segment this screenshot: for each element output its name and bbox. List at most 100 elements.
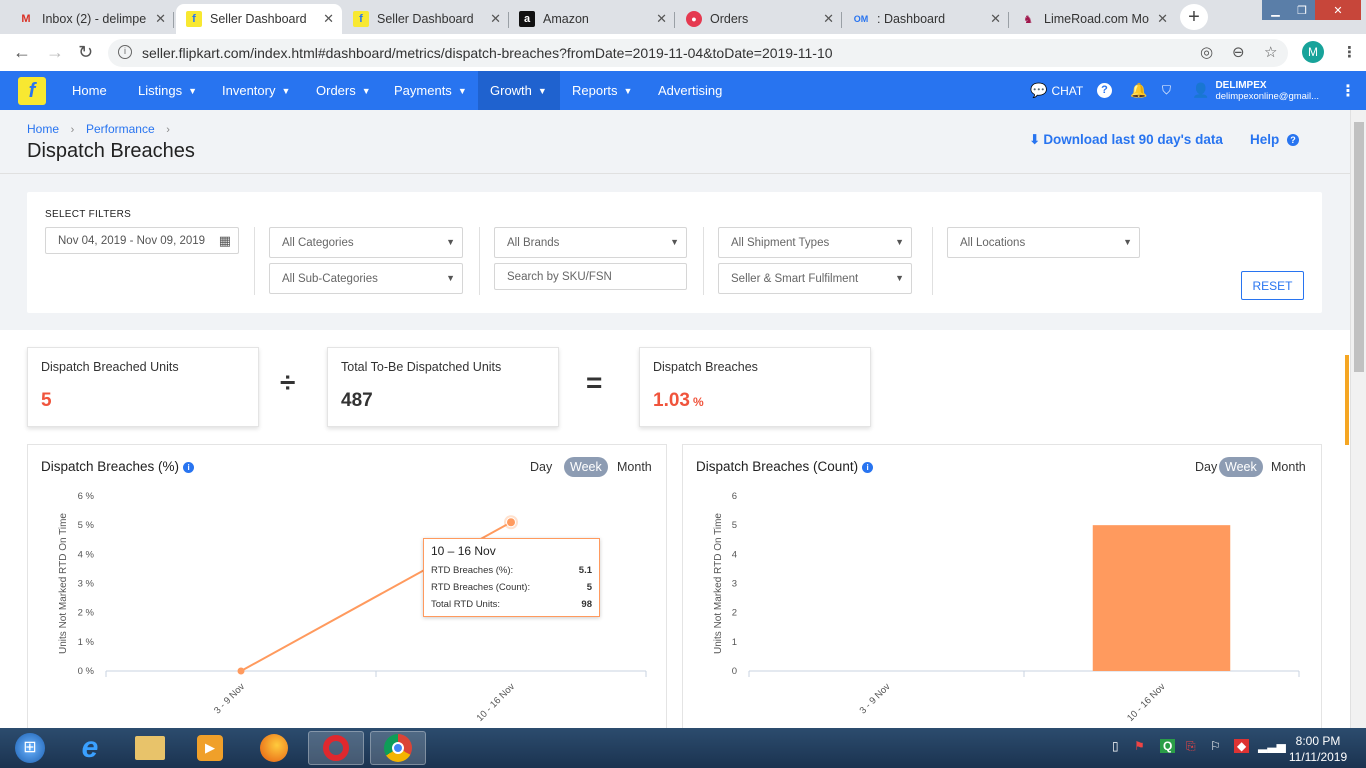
internet-explorer-icon[interactable]: e [62, 731, 118, 765]
tray-device-icon[interactable]: ▯ [1112, 739, 1119, 753]
limeroad-icon: ♞ [1023, 13, 1033, 26]
brand-select[interactable]: All Brands ▼ [494, 227, 687, 258]
sku-search-input[interactable]: Search by SKU/FSN [494, 263, 687, 290]
flipkart-logo[interactable]: f [18, 77, 46, 105]
tab-seller-dashboard-active[interactable]: f Seller Dashboard ✕ [176, 4, 342, 34]
tab-amazon[interactable]: a Amazon ✕ [509, 4, 675, 34]
date-range-picker[interactable]: Nov 04, 2019 - Nov 09, 2019 ▦ [45, 227, 239, 254]
windows-start-icon[interactable]: ⊞ [2, 731, 58, 765]
bell-icon[interactable]: 🔔 [1130, 71, 1147, 110]
x-tick-label: 10 - 16 Nov [475, 681, 518, 724]
chat-button[interactable]: 💬 CHAT [1030, 71, 1083, 110]
browser-menu-icon[interactable]: ⋮ [1342, 43, 1357, 61]
page-scrollbar[interactable] [1345, 110, 1366, 728]
tray-flag-icon[interactable]: ⚑ [1134, 739, 1145, 753]
browser-tab-strip: M Inbox (2) - delimpe ✕ f Seller Dashboa… [0, 0, 1366, 34]
breadcrumb-performance[interactable]: Performance [86, 122, 155, 136]
url-field[interactable]: i seller.flipkart.com/index.html#dashboa… [108, 39, 1288, 67]
seller-nav-bar: f Home Listings ▼ Inventory ▼ Orders ▼ Paym… [0, 71, 1366, 110]
close-icon[interactable]: ✕ [1157, 11, 1168, 27]
shield-icon[interactable]: ⛉ [1162, 71, 1171, 110]
forward-icon[interactable]: → [46, 42, 64, 63]
category-select[interactable]: All Categories ▼ [269, 227, 463, 258]
tab-title: Seller Dashboard [377, 12, 474, 26]
close-icon[interactable]: ✕ [823, 11, 834, 27]
reset-button[interactable]: RESET [1241, 271, 1304, 300]
category-value: All Categories [282, 236, 354, 249]
chevron-down-icon: ▼ [361, 85, 371, 96]
close-icon[interactable]: ✕ [155, 11, 166, 27]
profile-avatar[interactable]: M [1302, 41, 1324, 63]
nav-reports[interactable]: Reports ▼ [560, 71, 644, 110]
firefox-icon[interactable] [246, 731, 302, 765]
nav-home[interactable]: Home [60, 71, 119, 110]
breach-rate-value: 1.03% [653, 390, 704, 412]
file-explorer-icon[interactable] [122, 731, 178, 765]
nav-label: Advertising [658, 83, 723, 98]
tooltip-row: RTD Breaches (Count): 5 [431, 579, 592, 596]
location-select[interactable]: All Locations ▼ [947, 227, 1140, 258]
back-icon[interactable]: ← [13, 42, 31, 63]
opera-icon[interactable] [308, 731, 364, 765]
url-text: seller.flipkart.com/index.html#dashboard… [142, 45, 833, 61]
reload-icon[interactable]: ↻ [78, 42, 93, 63]
chevron-down-icon: ▼ [188, 85, 197, 96]
help-icon[interactable]: ? [1097, 71, 1112, 110]
chart-tooltip: 10 – 16 Nov RTD Breaches (%): 5.1 RTD Bre… [423, 538, 600, 617]
tray-q-icon[interactable]: Q [1160, 739, 1176, 753]
bookmark-star-icon[interactable]: ☆ [1264, 43, 1277, 61]
breach-percent-panel: Dispatch Breaches (%) i Day Week Month 0 … [27, 444, 667, 734]
chevron-down-icon: ▼ [457, 85, 467, 96]
shipment-type-select[interactable]: All Shipment Types ▼ [718, 227, 912, 258]
tab-seller-dashboard[interactable]: f Seller Dashboard ✕ [343, 4, 509, 34]
download-icon: ⬇ [1029, 132, 1041, 147]
tab-gmail[interactable]: M Inbox (2) - delimpe ✕ [8, 4, 174, 34]
close-window-button[interactable]: ✕ [1315, 0, 1361, 20]
taskbar-clock[interactable]: 8:00 PM 11/11/2019 [1282, 733, 1354, 765]
chrome-icon[interactable] [370, 731, 426, 765]
media-player-icon[interactable]: ▶ [182, 731, 238, 765]
zoom-icon[interactable]: ⊖ [1232, 43, 1245, 61]
tray-network-icon[interactable]: ⚐ [1210, 739, 1221, 753]
more-menu-icon[interactable]: ⋮ [1340, 71, 1356, 110]
om-icon: OM [853, 14, 869, 24]
nav-growth[interactable]: Growth ▼ [478, 71, 560, 110]
nav-listings[interactable]: Listings ▼ [126, 71, 209, 110]
account-menu[interactable]: 👤 DELIMPEX delimpexonline@gmail... [1192, 71, 1319, 110]
y-tick-label: 1 % [78, 637, 95, 648]
fulfilment-select[interactable]: Seller & Smart Fulfilment ▼ [718, 263, 912, 294]
close-icon[interactable]: ✕ [490, 11, 501, 27]
data-point [506, 517, 516, 528]
tray-antivirus-icon[interactable]: ◆ [1234, 739, 1250, 753]
tab-om-dashboard[interactable]: OM : Dashboard ✕ [843, 4, 1009, 34]
breadcrumb-home[interactable]: Home [27, 122, 59, 136]
chat-label: CHAT [1051, 83, 1084, 98]
minimize-window-button[interactable]: ▁ [1262, 0, 1289, 20]
close-icon[interactable]: ✕ [323, 11, 334, 27]
help-circle-icon: ? [1287, 134, 1300, 146]
maximize-window-button[interactable]: ❐ [1289, 0, 1315, 20]
new-tab-button[interactable]: + [1180, 4, 1208, 30]
close-icon[interactable]: ✕ [990, 11, 1001, 27]
download-label: Download last 90 day's data [1043, 132, 1223, 147]
tray-pdf-icon[interactable]: ⎘ [1186, 739, 1196, 754]
nav-payments[interactable]: Payments ▼ [382, 71, 479, 110]
address-bar-row: ← → ↻ i seller.flipkart.com/index.html#d… [0, 34, 1366, 72]
download-90-days-link[interactable]: ⬇ Download last 90 day's data [1029, 132, 1223, 148]
sub-category-select[interactable]: All Sub-Categories ▼ [269, 263, 463, 294]
nav-label: Payments [394, 83, 452, 98]
nav-advertising[interactable]: Advertising [646, 71, 734, 110]
total-units-card: Total To-Be Dispatched Units 487 [327, 347, 559, 427]
nav-inventory[interactable]: Inventory ▼ [210, 71, 302, 110]
fulfilment-value: Seller & Smart Fulfilment [731, 272, 859, 285]
breach-rate-label: Dispatch Breaches [653, 360, 758, 374]
tab-orders[interactable]: ● Orders ✕ [676, 4, 842, 34]
nav-orders[interactable]: Orders ▼ [304, 71, 383, 110]
location-icon[interactable]: ◎ [1200, 43, 1213, 61]
close-icon[interactable]: ✕ [656, 11, 667, 27]
help-link[interactable]: Help ? [1250, 132, 1300, 147]
y-tick-label: 2 [732, 608, 737, 619]
breached-units-card: Dispatch Breached Units 5 [27, 347, 259, 427]
tab-limeroad[interactable]: ♞ LimeRoad.com Mo ✕ [1010, 4, 1176, 34]
scrollbar-thumb[interactable] [1354, 122, 1364, 372]
